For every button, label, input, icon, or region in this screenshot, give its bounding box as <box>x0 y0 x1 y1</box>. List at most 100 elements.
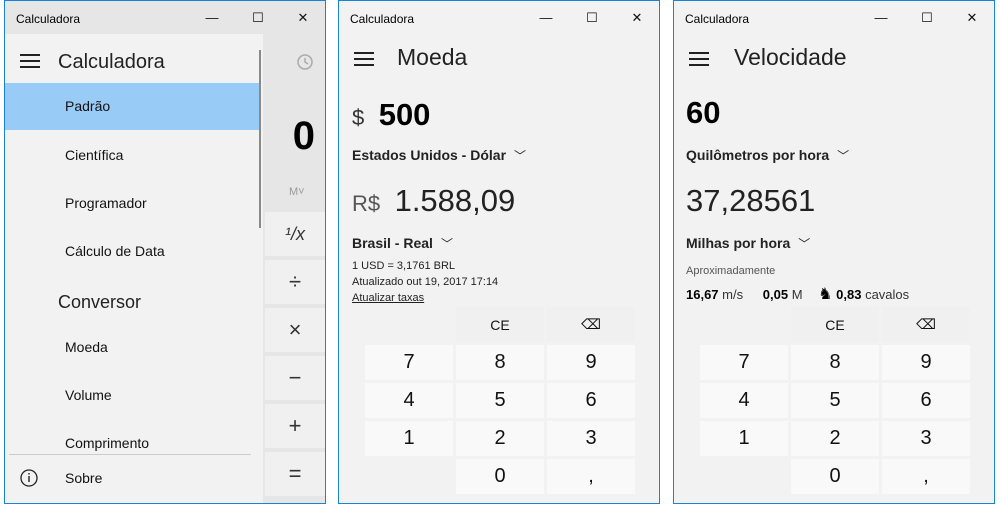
digit-8-button[interactable]: 8 <box>456 345 544 380</box>
approx-unit: m/s <box>722 287 744 302</box>
title-bar[interactable]: Calculadora — ☐ ✕ <box>339 1 659 34</box>
backspace-button[interactable]: ⌫ <box>547 307 635 342</box>
digit-0-button[interactable]: 0 <box>791 459 879 494</box>
multiply-button[interactable]: × <box>265 308 325 352</box>
approx-value: 16,67 <box>686 287 719 302</box>
nav-item-about[interactable]: Sobre <box>5 455 259 502</box>
nav-item-standard[interactable]: Padrão <box>5 83 259 130</box>
digit-1-button[interactable]: 1 <box>700 421 788 456</box>
input-unit-dropdown[interactable]: Estados Unidos - Dólar ﹀ <box>352 147 526 164</box>
output-unit-dropdown[interactable]: Milhas por hora ﹀ <box>686 235 810 252</box>
mode-title: Velocidade <box>734 44 847 70</box>
chevron-down-icon: ﹀ <box>837 149 850 163</box>
window-calculator-menu: Calculadora — ☐ ✕ 0 M˅ ¹/x ÷ × − + = Cal… <box>4 0 326 504</box>
chevron-down-icon: ﹀ <box>514 149 527 163</box>
input-unit-label: Quilômetros por hora <box>686 147 830 163</box>
maximize-button[interactable]: ☐ <box>569 1 615 34</box>
digit-6-button[interactable]: 6 <box>547 383 635 418</box>
close-button[interactable]: ✕ <box>280 1 325 34</box>
close-button[interactable]: ✕ <box>614 1 659 34</box>
approximately-label: Aproximadamente <box>686 265 776 277</box>
minimize-button[interactable]: — <box>858 1 904 34</box>
output-unit-label: Milhas por hora <box>686 235 791 251</box>
hamburger-menu-icon[interactable] <box>354 52 374 66</box>
digit-1-button[interactable]: 1 <box>365 421 453 456</box>
subtract-button[interactable]: − <box>265 356 325 400</box>
digit-3-button[interactable]: 3 <box>882 421 970 456</box>
converter-section-heading: Conversor <box>58 292 142 312</box>
menu-title: Calculadora <box>58 51 165 73</box>
digit-5-button[interactable]: 5 <box>791 383 879 418</box>
clear-entry-button[interactable]: CE <box>456 307 544 342</box>
mode-title: Moeda <box>397 44 468 70</box>
decimal-separator-button[interactable]: , <box>547 459 635 494</box>
display-value: 0 <box>292 114 315 158</box>
digit-7-button[interactable]: 7 <box>700 345 788 380</box>
window-speed-converter: Calculadora — ☐ ✕ Velocidade 60 Quilômet… <box>673 0 995 504</box>
digit-4-button[interactable]: 4 <box>365 383 453 418</box>
digit-7-button[interactable]: 7 <box>365 345 453 380</box>
navigation-menu: Calculadora Padrão Científica Programado… <box>5 34 263 503</box>
digit-9-button[interactable]: 9 <box>547 345 635 380</box>
digit-0-button[interactable]: 0 <box>456 459 544 494</box>
digit-2-button[interactable]: 2 <box>456 421 544 456</box>
clear-entry-button[interactable]: CE <box>791 307 879 342</box>
input-currency-symbol: $ <box>352 105 365 130</box>
nav-item-volume[interactable]: Volume <box>5 372 259 419</box>
approx-value: 0,83 <box>836 287 862 302</box>
chevron-down-icon: ﹀ <box>798 237 811 251</box>
output-value: 1.588,09 <box>394 183 516 218</box>
update-rates-link[interactable]: Atualizar taxas <box>352 292 424 304</box>
window-title: Calculadora <box>350 12 415 26</box>
digit-4-button[interactable]: 4 <box>700 383 788 418</box>
divide-button[interactable]: ÷ <box>265 260 325 304</box>
nav-item-scientific[interactable]: Científica <box>5 132 259 179</box>
title-bar[interactable]: Calculadora — ☐ ✕ <box>674 1 994 34</box>
output-currency-symbol: R$ <box>352 191 381 216</box>
exchange-rate: 1 USD = 3,1761 BRL <box>352 260 456 272</box>
digit-3-button[interactable]: 3 <box>547 421 635 456</box>
digit-2-button[interactable]: 2 <box>791 421 879 456</box>
nav-item-currency[interactable]: Moeda <box>5 324 259 371</box>
digit-5-button[interactable]: 5 <box>456 383 544 418</box>
hamburger-menu-icon[interactable] <box>689 52 709 66</box>
output-unit-dropdown[interactable]: Brasil - Real ﹀ <box>352 235 453 252</box>
backspace-button[interactable]: ⌫ <box>882 307 970 342</box>
approx-unit: M <box>791 287 803 302</box>
window-title: Calculadora <box>16 12 81 26</box>
maximize-button[interactable]: ☐ <box>235 1 281 34</box>
reciprocal-button[interactable]: ¹/x <box>265 212 325 256</box>
chevron-down-icon: ﹀ <box>440 237 453 251</box>
window-currency-converter: Calculadora — ☐ ✕ Moeda $ 500 Estados Un… <box>338 0 660 504</box>
menu-scrollbar[interactable] <box>259 50 261 228</box>
input-value[interactable]: 60 <box>686 95 720 131</box>
nav-item-date-calculation[interactable]: Cálculo de Data <box>5 228 259 275</box>
approx-unit: cavalos <box>865 287 910 302</box>
minimize-button[interactable]: — <box>189 1 235 34</box>
input-unit-label: Estados Unidos - Dólar <box>352 147 507 163</box>
nav-item-programmer[interactable]: Programador <box>5 180 259 227</box>
memory-list-button[interactable]: M˅ <box>289 186 305 198</box>
window-title: Calculadora <box>685 12 750 26</box>
close-button[interactable]: ✕ <box>949 1 994 34</box>
digit-9-button[interactable]: 9 <box>882 345 970 380</box>
approximation-row: 16,67 m/s 0,05 M ♞ 0,83 cavalos <box>686 284 909 304</box>
decimal-separator-button[interactable]: , <box>882 459 970 494</box>
digit-8-button[interactable]: 8 <box>791 345 879 380</box>
last-updated: Atualizado out 19, 2017 17:14 <box>352 276 499 288</box>
digit-6-button[interactable]: 6 <box>882 383 970 418</box>
horse-icon: ♞ <box>818 286 833 303</box>
input-unit-dropdown[interactable]: Quilômetros por hora ﹀ <box>686 147 849 164</box>
equals-button[interactable]: = <box>265 452 325 496</box>
title-bar[interactable]: Calculadora — ☐ ✕ <box>5 1 325 34</box>
approx-value: 0,05 <box>762 287 789 302</box>
output-value: 37,28561 <box>686 183 816 218</box>
minimize-button[interactable]: — <box>523 1 569 34</box>
maximize-button[interactable]: ☐ <box>904 1 950 34</box>
output-value-row[interactable]: R$ 1.588,09 <box>352 183 515 219</box>
input-value[interactable]: 500 <box>379 97 431 132</box>
history-icon[interactable] <box>295 52 315 72</box>
input-value-row[interactable]: $ 500 <box>352 97 430 133</box>
add-button[interactable]: + <box>265 404 325 448</box>
hamburger-menu-icon[interactable] <box>20 54 40 68</box>
